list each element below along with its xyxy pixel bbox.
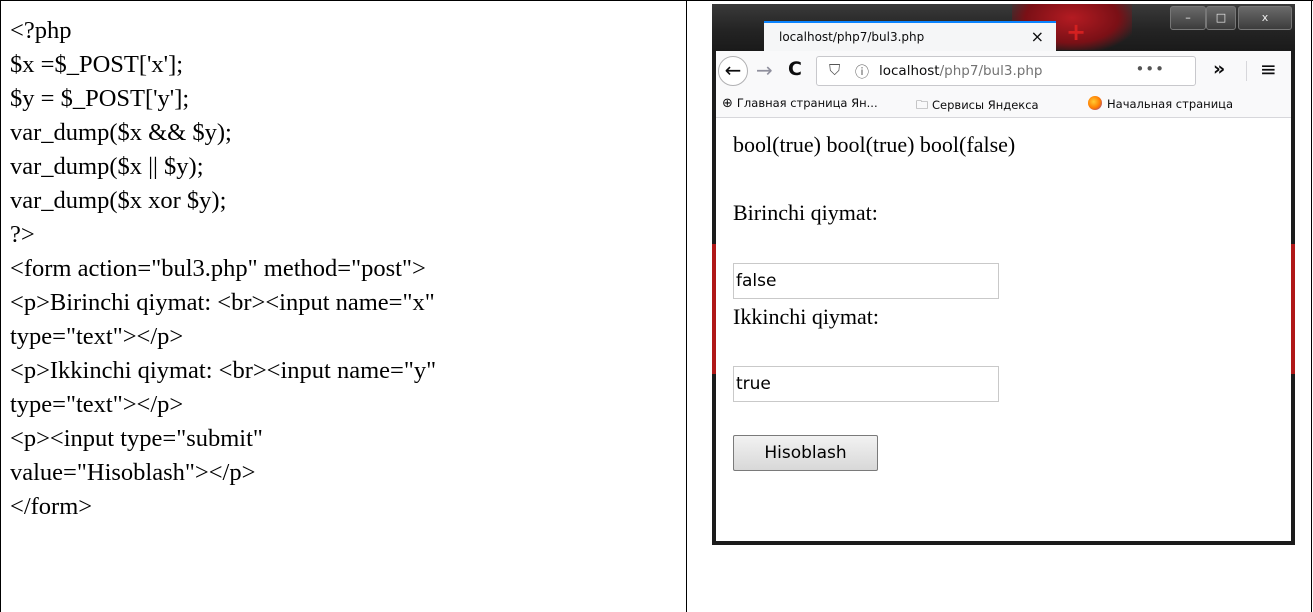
table-border-right [1311, 0, 1312, 612]
globe-icon: ⊕ [722, 96, 733, 111]
minimize-button[interactable]: – [1170, 6, 1206, 30]
bookmark-label: Главная страница Ян... [736, 96, 878, 110]
shield-icon[interactable]: ⛉ [829, 61, 840, 79]
url-host: localhost [879, 63, 940, 79]
label-birinchi-qiymat: Birinchi qiymat: [733, 200, 878, 225]
code-line: <p>Ikkinchi qiymat: <br><input name="y" [10, 357, 437, 384]
input-x[interactable] [733, 263, 999, 299]
code-line: <?php [10, 17, 72, 44]
maximize-button[interactable]: □ [1206, 6, 1236, 30]
browser-tab[interactable]: localhost/php7/bul3.php × [764, 21, 1056, 51]
hamburger-menu-icon[interactable]: ≡ [1260, 57, 1277, 81]
code-line: <p>Birinchi qiymat: <br><input name="x" [10, 289, 435, 316]
bookmark-start-page[interactable]: Начальная страница [1088, 96, 1233, 111]
new-tab-icon[interactable]: + [1066, 20, 1086, 44]
tab-title: localhost/php7/bul3.php [779, 30, 925, 44]
code-line: <form action="bul3.php" method="post"> [10, 255, 426, 282]
table-border-left [0, 0, 1, 612]
bookmarks-toolbar: ⊕ Главная страница Ян... 🗀 Сервисы Яндекса… [716, 91, 1291, 118]
code-line: value="Hisoblash"></p> [10, 459, 256, 486]
reload-icon[interactable]: C [788, 58, 802, 80]
tab-close-icon[interactable]: × [1031, 27, 1044, 46]
php-code-listing: <?php $x =$_POST['x']; $y = $_POST['y'];… [10, 14, 680, 524]
table-border-top [0, 0, 1313, 1]
label-ikkinchi-qiymat: Ikkinchi qiymat: [733, 304, 880, 329]
code-line: ?> [10, 221, 35, 248]
bookmark-yandex-home[interactable]: ⊕ Главная страница Ян... [722, 96, 878, 111]
navigation-toolbar: ← → C ⛉ ⓘ localhost/php7/bul3.php ••• » … [716, 51, 1291, 91]
table-border-middle [686, 0, 687, 612]
address-bar[interactable]: ⛉ ⓘ localhost/php7/bul3.php ••• [816, 56, 1196, 86]
page-content: bool(true) bool(true) bool(false) Birinc… [716, 118, 1291, 541]
folder-icon: 🗀 [916, 98, 929, 112]
bookmark-label: Начальная страница [1107, 97, 1234, 111]
page-actions-icon[interactable]: ••• [1135, 60, 1165, 78]
url-text[interactable]: localhost/php7/bul3.php [879, 63, 1042, 79]
code-line: type="text"></p> [10, 323, 184, 350]
browser-window: localhost/php7/bul3.php × + – □ x ← → C … [712, 4, 1295, 545]
browser-titlebar: localhost/php7/bul3.php × + – □ x [712, 4, 1295, 51]
hisoblash-button[interactable]: Hisoblash [733, 435, 878, 471]
toolbar-overflow-icon[interactable]: » [1213, 58, 1225, 80]
code-line: $x =$_POST['x']; [10, 51, 184, 78]
code-line: var_dump($x || $y); [10, 153, 204, 180]
code-line: <p><input type="submit" [10, 425, 263, 452]
toolbar-divider [1246, 61, 1247, 81]
var-dump-output: bool(true) bool(true) bool(false) [733, 132, 1016, 157]
input-y[interactable] [733, 366, 999, 402]
code-line: var_dump($x xor $y); [10, 187, 227, 214]
close-window-button[interactable]: x [1238, 6, 1292, 30]
bookmark-label: Сервисы Яндекса [932, 98, 1039, 112]
code-line: var_dump($x && $y); [10, 119, 232, 146]
code-line: </form> [10, 493, 93, 520]
window-controls: – □ x [1170, 4, 1292, 32]
code-line: type="text"></p> [10, 391, 184, 418]
code-line: $y = $_POST['y']; [10, 85, 190, 112]
forward-arrow-icon[interactable]: → [756, 58, 773, 82]
back-arrow-icon[interactable]: ← [718, 56, 748, 86]
bookmark-yandex-services[interactable]: 🗀 Сервисы Яндекса [916, 96, 1039, 117]
firefox-icon [1088, 96, 1102, 110]
info-icon[interactable]: ⓘ [855, 62, 869, 82]
url-path: /php7/bul3.php [939, 63, 1043, 79]
